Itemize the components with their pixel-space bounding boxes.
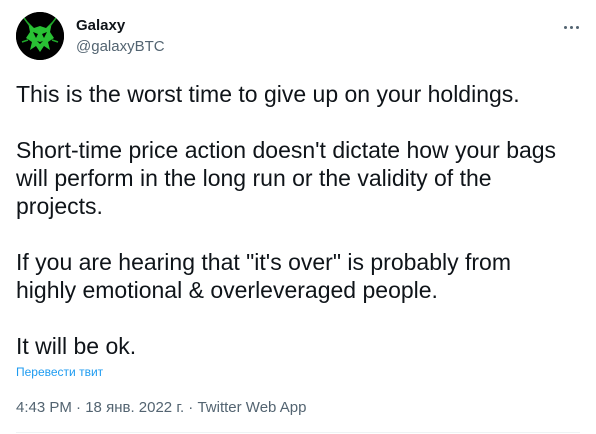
tweet-time[interactable]: 4:43 PM [16, 399, 72, 416]
more-horizontal-icon-dot [575, 25, 579, 29]
tweet-metadata: 4:43 PM · 18 янв. 2022 г. · Twitter Web … [16, 398, 306, 418]
translate-tweet-link[interactable]: Перевести твит [16, 364, 103, 380]
avatar-image [16, 12, 64, 60]
tweet-source[interactable]: Twitter Web App [197, 399, 306, 416]
user-handle[interactable]: @galaxyBTC [76, 37, 165, 57]
tweet-card: Galaxy @galaxyBTC This is the worst time… [0, 0, 596, 434]
tweet-paragraph: It will be ok. [16, 333, 137, 359]
more-horizontal-icon [563, 25, 567, 29]
meta-separator: · [184, 399, 198, 416]
tweet-text: This is the worst time to give up on you… [16, 80, 582, 360]
meta-separator: · [71, 399, 86, 416]
avatar[interactable] [16, 12, 64, 60]
tweet-date[interactable]: 18 янв. 2022 г. [85, 399, 184, 416]
tweet-paragraph: If you are hearing that "it's over" is p… [16, 249, 512, 303]
display-name[interactable]: Galaxy [76, 16, 125, 36]
more-options-button[interactable] [556, 14, 586, 40]
divider [16, 432, 580, 433]
tweet-paragraph: Short-time price action doesn't dictate … [16, 137, 557, 219]
tweet-paragraph: This is the worst time to give up on you… [16, 81, 520, 107]
more-horizontal-icon-dot [569, 25, 573, 29]
